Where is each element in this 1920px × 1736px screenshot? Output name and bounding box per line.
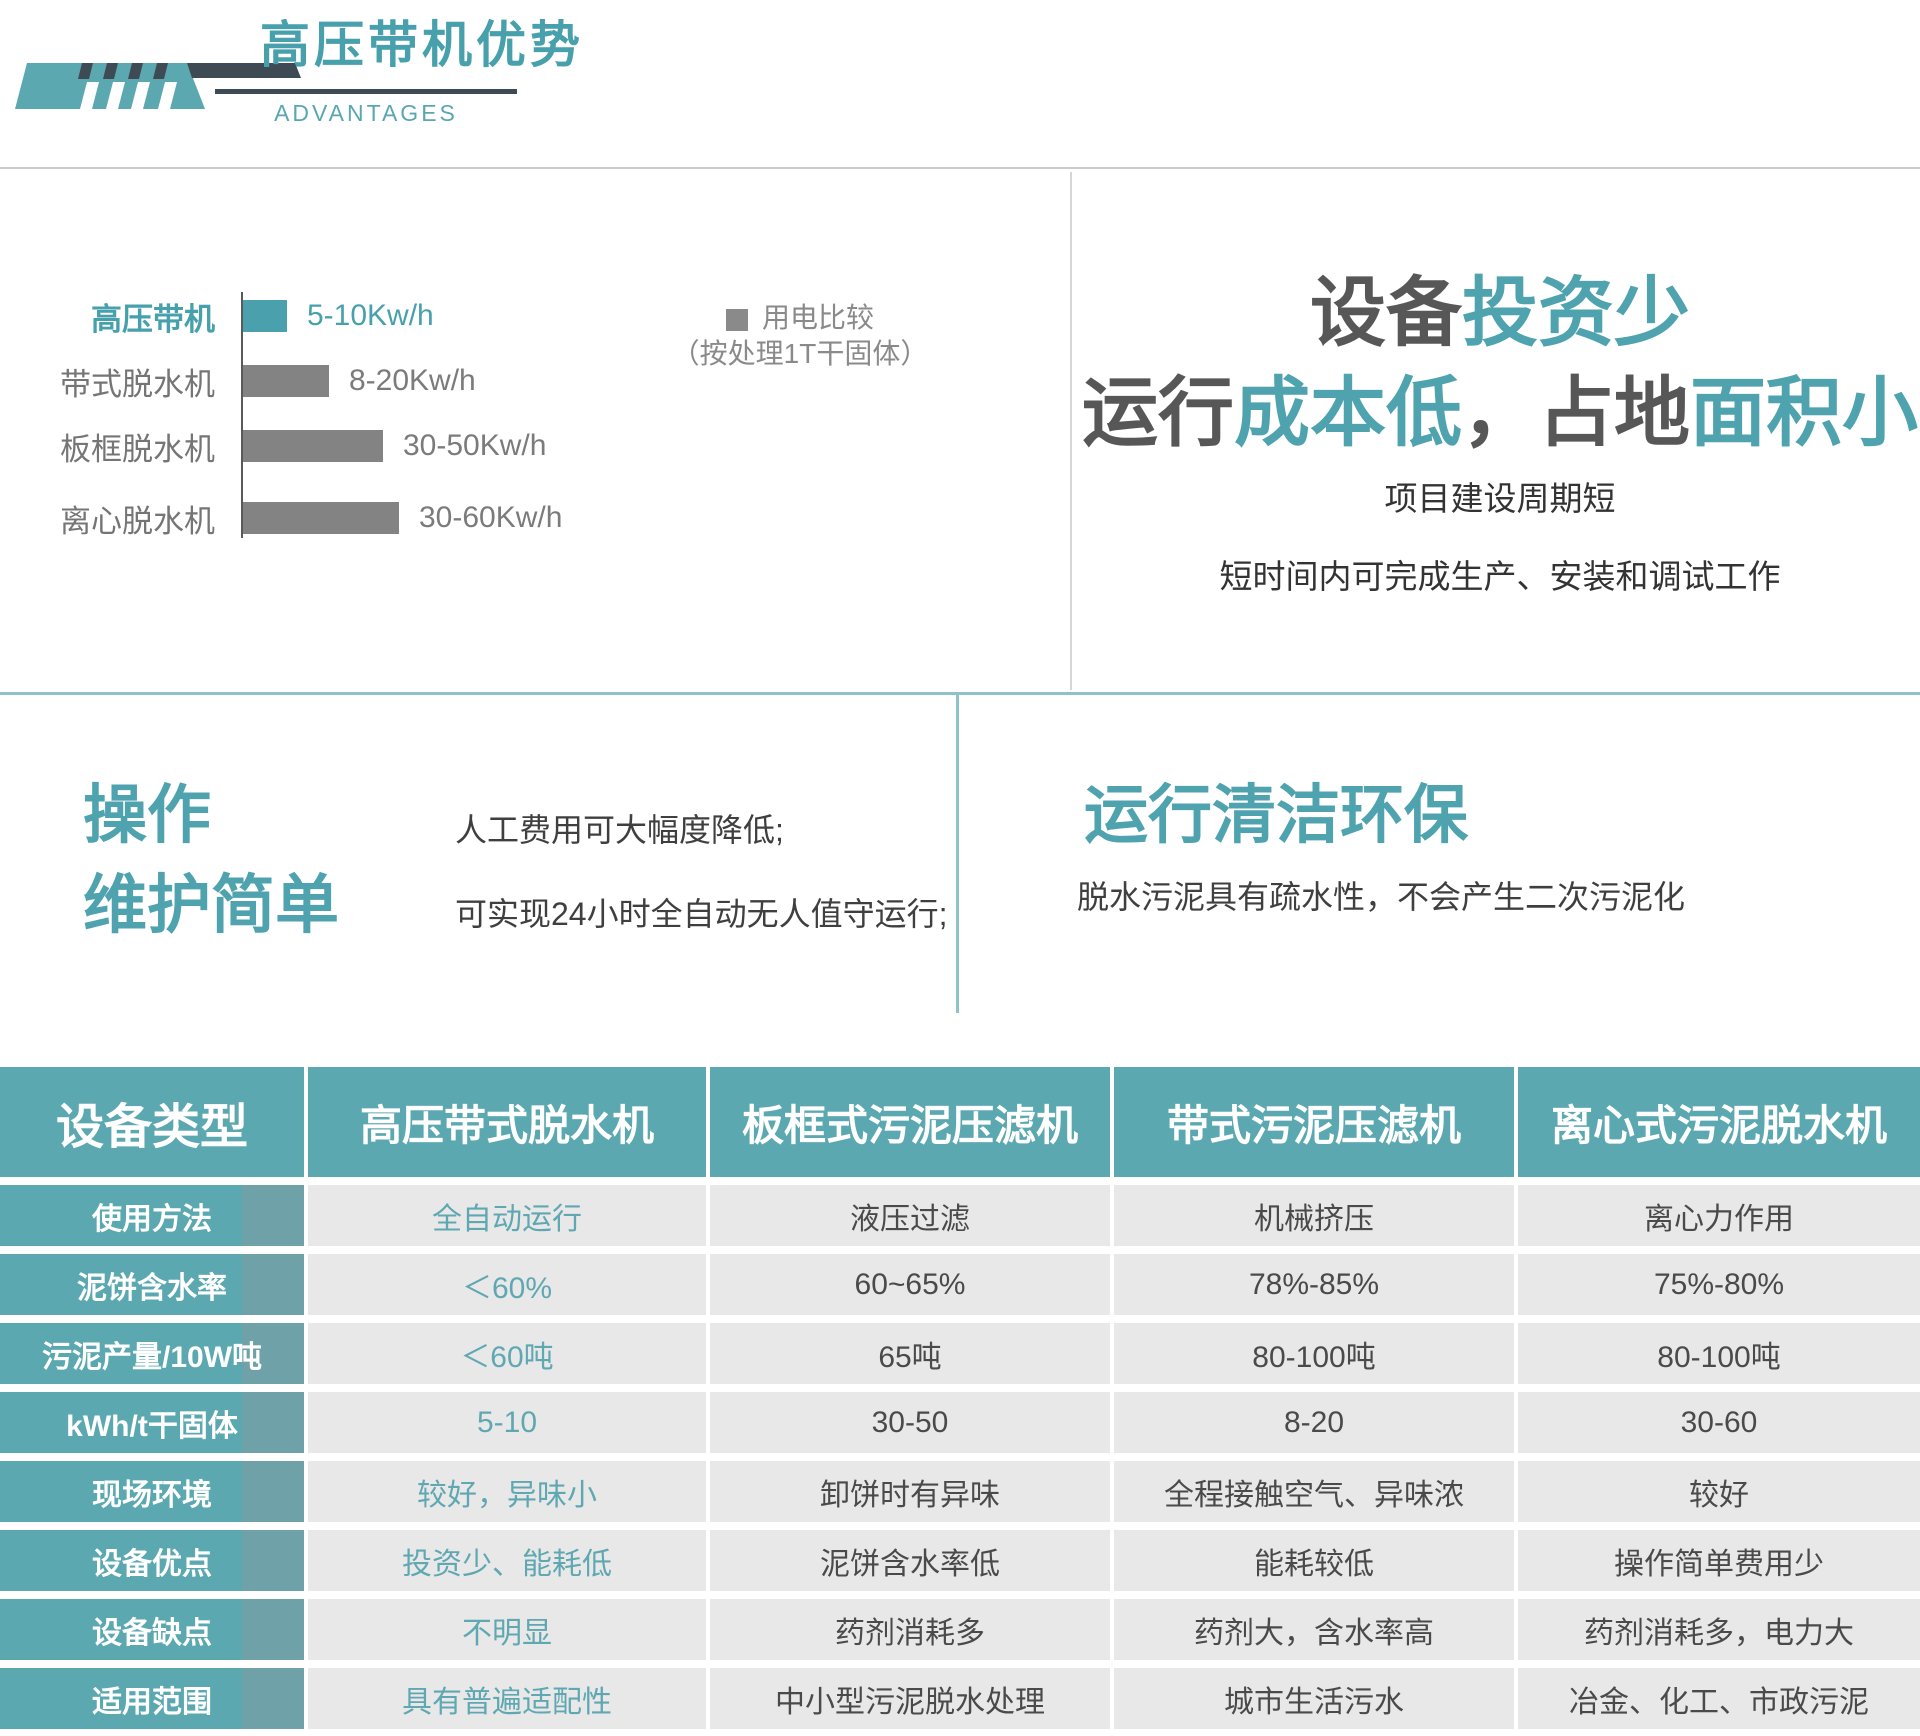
table-row-label: 泥饼含水率: [0, 1254, 304, 1315]
chart-row: 离心脱水机 30-60Kw/h: [0, 501, 562, 535]
table-cell: 具有普遍适配性: [308, 1668, 706, 1729]
table-cell: 药剂消耗多，电力大: [1518, 1599, 1920, 1660]
chart-bar: [243, 365, 329, 397]
feature-title-line: 操作: [83, 770, 339, 860]
table-header-device-type: 设备类型: [0, 1067, 304, 1177]
chart-row: 带式脱水机 8-20Kw/h: [0, 364, 476, 398]
headline-segment: 运行: [1082, 371, 1234, 456]
table-cell: ＜60%: [308, 1254, 706, 1315]
table-cell: 65吨: [710, 1323, 1110, 1384]
table-cell: 药剂大，含水率高: [1114, 1599, 1514, 1660]
table-cell: 机械挤压: [1114, 1185, 1514, 1246]
table-cell: 离心力作用: [1518, 1185, 1920, 1246]
table-cell: 冶金、化工、市政污泥: [1518, 1668, 1920, 1729]
table-row-label: 设备缺点: [0, 1599, 304, 1660]
feature-title-operation: 操作 维护简单: [83, 770, 339, 950]
headline-line-1: 设备投资少: [1080, 264, 1920, 364]
headline-line-2: 运行成本低，占地面积小: [1080, 364, 1920, 464]
feature-desc-operation: 人工费用可大幅度降低; 可实现24小时全自动无人值守运行;: [455, 805, 948, 935]
table-cell: 操作简单费用少: [1518, 1530, 1920, 1591]
page-subtitle: ADVANTAGES: [215, 100, 517, 127]
table-cell: 投资少、能耗低: [308, 1530, 706, 1591]
table-cell: 30-60: [1518, 1392, 1920, 1453]
headline-sub-2: 短时间内可完成生产、安装和调试工作: [1080, 550, 1920, 598]
legend-title: 用电比较: [762, 302, 874, 333]
feature-title-clean: 运行清洁环保: [1084, 770, 1468, 860]
table-row-label: 使用方法: [0, 1185, 304, 1246]
table-cell: 全程接触空气、异味浓: [1114, 1461, 1514, 1522]
table-row-label: 污泥产量/10W吨: [0, 1323, 304, 1384]
table-cell: 75%-80%: [1518, 1254, 1920, 1315]
chart-value-label: 30-60Kw/h: [419, 501, 562, 535]
equipment-comparison-table: 设备类型高压带式脱水机板框式污泥压滤机带式污泥压滤机离心式污泥脱水机使用方法全自…: [0, 1067, 1920, 1729]
chart-bar: [243, 430, 383, 462]
legend-subtitle: （按处理1T干固体）: [645, 336, 955, 372]
page-title: 高压带机优势: [260, 16, 584, 74]
legend-line: 用电比较: [645, 300, 955, 336]
title-underline: [215, 89, 517, 94]
chart-bar: [243, 300, 287, 332]
headline-segment: 面积小: [1690, 371, 1918, 456]
table-cell: 较好，异味小: [308, 1461, 706, 1522]
chart-category-label: 板框脱水机: [0, 424, 215, 469]
table-cell: 80-100吨: [1114, 1323, 1514, 1384]
table-header: 带式污泥压滤机: [1114, 1067, 1514, 1177]
table-cell: 卸饼时有异味: [710, 1461, 1110, 1522]
table-cell: 较好: [1518, 1461, 1920, 1522]
feature-desc-line: 人工费用可大幅度降低;: [455, 805, 948, 851]
table-cell: 不明显: [308, 1599, 706, 1660]
headline-segment: 成本低: [1234, 371, 1462, 456]
table-cell: 60~65%: [710, 1254, 1110, 1315]
chart-row: 高压带机 5-10Kw/h: [0, 299, 434, 333]
table-header: 板框式污泥压滤机: [710, 1067, 1110, 1177]
chart-category-label: 带式脱水机: [0, 359, 215, 404]
middle-vertical-divider: [956, 695, 959, 1013]
chart-category-label: 离心脱水机: [0, 496, 215, 541]
table-cell: 8-20: [1114, 1392, 1514, 1453]
feature-title-line: 维护简单: [83, 860, 339, 950]
chart-category-label: 高压带机: [0, 294, 215, 339]
chart-legend: 用电比较 （按处理1T干固体）: [645, 300, 955, 372]
legend-swatch-icon: [726, 309, 748, 331]
table-row-label: kWh/t干固体: [0, 1392, 304, 1453]
table-row-label: 适用范围: [0, 1668, 304, 1729]
chart-row: 板框脱水机 30-50Kw/h: [0, 429, 546, 463]
table-cell: 全自动运行: [308, 1185, 706, 1246]
table-cell: 泥饼含水率低: [710, 1530, 1110, 1591]
table-cell: 30-50: [710, 1392, 1110, 1453]
table-cell: ＜60吨: [308, 1323, 706, 1384]
table-cell: 城市生活污水: [1114, 1668, 1514, 1729]
table-cell: 液压过滤: [710, 1185, 1110, 1246]
headline-sub-1: 项目建设周期短: [1080, 472, 1920, 520]
section-divider: [0, 692, 1920, 695]
table-cell: 5-10: [308, 1392, 706, 1453]
headline-segment: ，占地: [1462, 371, 1690, 456]
chart-value-label: 30-50Kw/h: [403, 429, 546, 463]
table-row-label: 设备优点: [0, 1530, 304, 1591]
advantage-headline: 设备投资少 运行成本低，占地面积小 项目建设周期短 短时间内可完成生产、安装和调…: [1080, 264, 1920, 598]
chart-bar: [243, 502, 399, 534]
headline-segment: 投资少: [1462, 271, 1690, 356]
chart-value-label: 8-20Kw/h: [349, 364, 476, 398]
headline-segment: 设备: [1310, 271, 1462, 356]
table-header: 高压带式脱水机: [308, 1067, 706, 1177]
table-cell: 80-100吨: [1518, 1323, 1920, 1384]
table-cell: 78%-85%: [1114, 1254, 1514, 1315]
feature-desc-line: 可实现24小时全自动无人值守运行;: [455, 889, 948, 935]
chart-value-label: 5-10Kw/h: [307, 299, 434, 333]
top-vertical-divider: [1070, 172, 1072, 690]
table-cell: 药剂消耗多: [710, 1599, 1110, 1660]
table-row-label: 现场环境: [0, 1461, 304, 1522]
power-consumption-chart: 高压带机 5-10Kw/h 带式脱水机 8-20Kw/h 板框脱水机 30-50…: [0, 168, 1070, 692]
feature-desc-clean: 脱水污泥具有疏水性，不会产生二次污泥化: [1077, 872, 1685, 918]
table-cell: 中小型污泥脱水处理: [710, 1668, 1110, 1729]
table-cell: 能耗较低: [1114, 1530, 1514, 1591]
table-header: 离心式污泥脱水机: [1518, 1067, 1920, 1177]
advantages-page: 高压带机优势 ADVANTAGES 高压带机 5-10Kw/h 带式脱水机 8-…: [0, 0, 1920, 1736]
